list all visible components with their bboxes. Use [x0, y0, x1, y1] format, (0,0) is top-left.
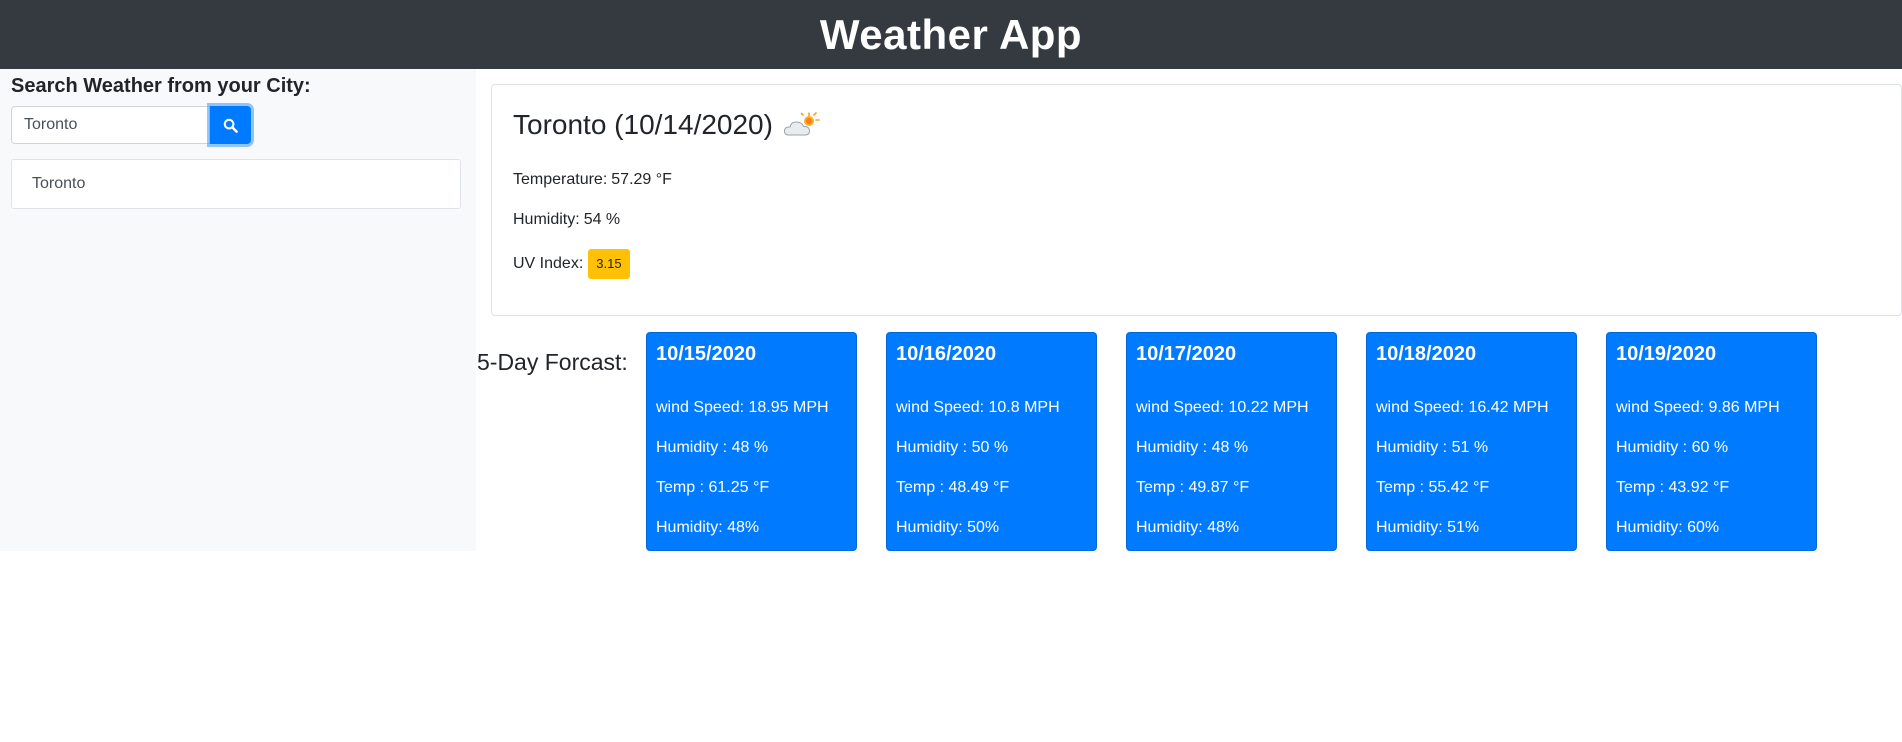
app-header: Weather App: [0, 0, 1902, 69]
forecast-card: 10/19/2020 wind Speed: 9.86 MPH Humidity…: [1606, 332, 1817, 551]
current-weather-card: Toronto (10/14/2020) Temperature: 57.29 …: [491, 84, 1902, 316]
forecast-wind: wind Speed: 18.95 MPH: [656, 399, 829, 416]
forecast-wind: wind Speed: 16.42 MPH: [1376, 399, 1549, 416]
forecast-humidity-secondary: Humidity: 51%: [1376, 519, 1480, 536]
forecast-wind: wind Speed: 9.86 MPH: [1616, 399, 1780, 416]
uv-index-badge: 3.15: [588, 249, 630, 279]
forecast-humidity: Humidity : 51 %: [1376, 439, 1489, 456]
forecast-humidity-secondary: Humidity: 50%: [896, 519, 1000, 536]
humidity-label: Humidity:: [513, 211, 580, 228]
forecast-date: 10/17/2020: [1136, 343, 1237, 365]
forecast-humidity-secondary: Humidity: 48%: [656, 519, 760, 536]
humidity-row: Humidity: 54 %: [513, 211, 620, 229]
current-heading: Toronto (10/14/2020): [513, 109, 821, 141]
forecast-temp: Temp : 55.42 °F: [1376, 479, 1490, 496]
forecast-humidity: Humidity : 50 %: [896, 439, 1009, 456]
forecast-temp: Temp : 61.25 °F: [656, 479, 770, 496]
forecast-card: 10/17/2020 wind Speed: 10.22 MPH Humidit…: [1126, 332, 1337, 551]
search-history-item[interactable]: Toronto: [11, 159, 461, 209]
city-search-input[interactable]: [11, 106, 210, 144]
forecast-date: 10/18/2020: [1376, 343, 1477, 365]
forecast-card: 10/16/2020 wind Speed: 10.8 MPH Humidity…: [886, 332, 1097, 551]
forecast-temp: Temp : 43.92 °F: [1616, 479, 1730, 496]
temperature-row: Temperature: 57.29 °F: [513, 171, 672, 189]
forecast-humidity-secondary: Humidity: 48%: [1136, 519, 1240, 536]
forecast-humidity-secondary: Humidity: 60%: [1616, 519, 1720, 536]
forecast-date: 10/16/2020: [896, 343, 997, 365]
forecast-date: 10/15/2020: [656, 343, 757, 365]
forecast-temp: Temp : 49.87 °F: [1136, 479, 1250, 496]
search-icon: [223, 118, 238, 133]
uv-index-row: UV Index: 3.15: [513, 249, 630, 279]
forecast-humidity: Humidity : 48 %: [656, 439, 769, 456]
forecast-wind: wind Speed: 10.22 MPH: [1136, 399, 1309, 416]
search-button[interactable]: [210, 106, 251, 144]
forecast-date: 10/19/2020: [1616, 343, 1717, 365]
uv-index-label: UV Index:: [513, 255, 584, 272]
forecast-wind: wind Speed: 10.8 MPH: [896, 399, 1060, 416]
search-label: Search Weather from your City:: [11, 75, 311, 97]
sidebar: Search Weather from your City: Toronto: [0, 69, 476, 551]
search-form: [11, 106, 251, 144]
forecast-temp: Temp : 48.49 °F: [896, 479, 1010, 496]
forecast-label: 5-Day Forcast:: [477, 349, 628, 375]
app-title: Weather App: [819, 10, 1083, 58]
forecast-card: 10/18/2020 wind Speed: 16.42 MPH Humidit…: [1366, 332, 1577, 551]
forecast-humidity: Humidity : 48 %: [1136, 439, 1249, 456]
forecast-card: 10/15/2020 wind Speed: 18.95 MPH Humidit…: [646, 332, 857, 551]
current-city-date: Toronto (10/14/2020): [513, 109, 773, 140]
partly-cloudy-day-icon: [783, 111, 821, 139]
forecast-humidity: Humidity : 60 %: [1616, 439, 1729, 456]
humidity-value: 54 %: [583, 211, 621, 228]
temperature-value: 57.29 °F: [611, 171, 672, 188]
temperature-label: Temperature:: [513, 171, 608, 188]
